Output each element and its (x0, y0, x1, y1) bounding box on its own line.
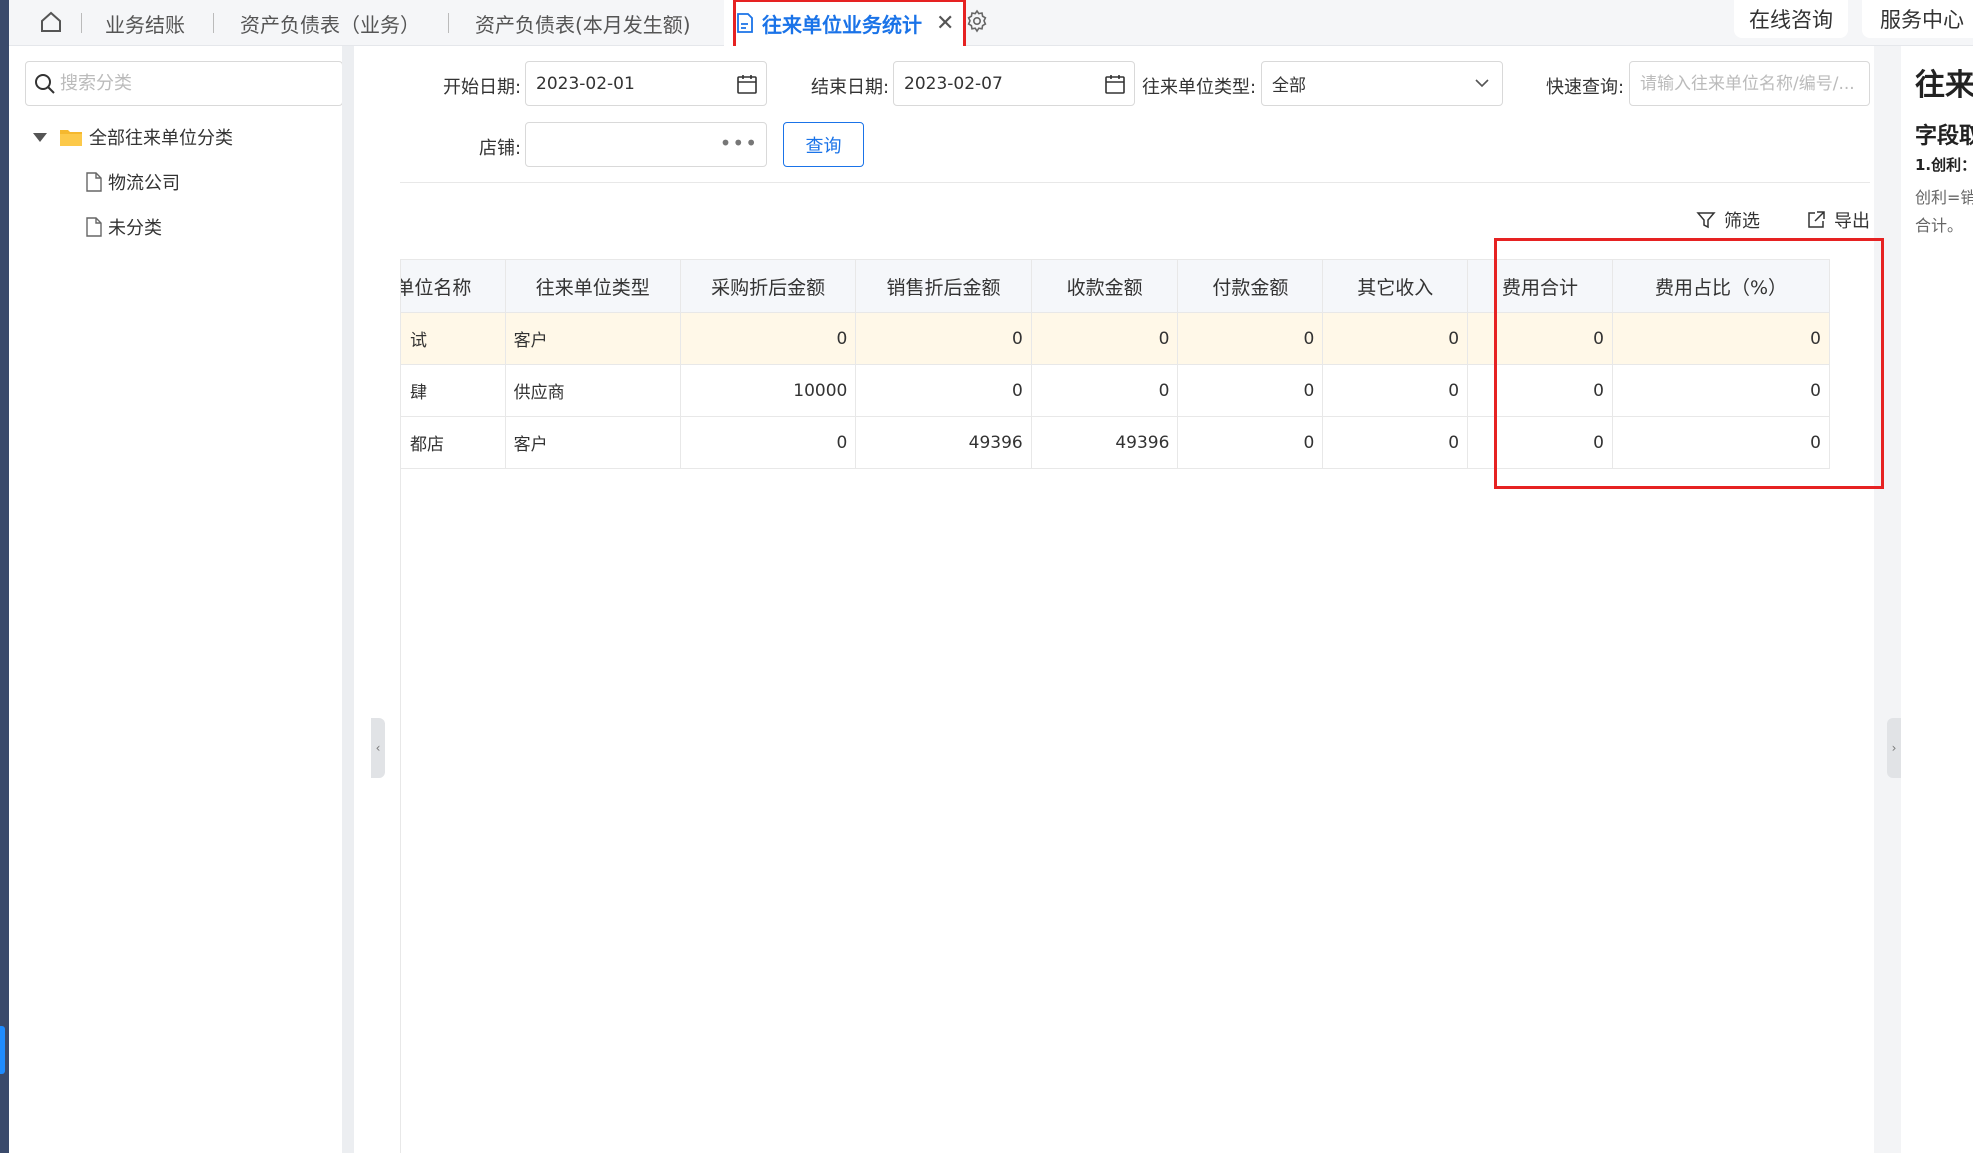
cell-partner-type: 客户 (504, 416, 681, 469)
cell-purchase: 0 (679, 312, 857, 365)
cell-sales: 0 (855, 312, 1032, 365)
partner-type-label: 往来单位类型: (1142, 77, 1257, 98)
service-center-button[interactable]: 服务中心 (1862, 0, 1973, 38)
help-text: 创利=销 合计。 (1915, 188, 1973, 235)
side-indicator[interactable] (0, 1026, 5, 1074)
help-subtitle: 字段取 (1915, 124, 1973, 149)
home-icon[interactable] (39, 10, 63, 34)
cell-receipt: 0 (1030, 312, 1179, 365)
start-date-field[interactable]: 2023-02-01 (525, 61, 767, 106)
caret-down-icon[interactable] (33, 132, 47, 142)
cell-partner-type: 供应商 (504, 364, 681, 417)
col-header-other-income[interactable]: 其它收入 (1322, 259, 1469, 313)
gear-icon[interactable] (965, 9, 989, 33)
calendar-icon[interactable] (736, 73, 758, 95)
col-header-partner-name[interactable]: 单位名称 (401, 259, 506, 313)
col-header-receipt-amount[interactable]: 收款金额 (1030, 259, 1179, 313)
export-icon (1808, 211, 1825, 228)
cell-payment: 0 (1177, 364, 1324, 417)
cell-purchase: 10000 (679, 364, 857, 417)
query-button[interactable]: 查询 (783, 122, 864, 167)
highlight-box-expense-columns (1494, 238, 1884, 489)
chevron-right-icon: › (1891, 741, 1897, 755)
category-search[interactable] (25, 61, 343, 106)
search-icon (35, 73, 55, 94)
collapse-help-handle[interactable]: › (1887, 718, 1901, 778)
export-button[interactable]: 导出 (1806, 207, 1870, 233)
cell-payment: 0 (1177, 312, 1324, 365)
col-header-partner-type[interactable]: 往来单位类型 (504, 259, 681, 313)
online-consult-button[interactable]: 在线咨询 (1734, 0, 1848, 38)
tree-item-logistics[interactable]: 物流公司 (86, 169, 180, 195)
tree-item-uncategorized[interactable]: 未分类 (86, 214, 162, 240)
quick-search-input[interactable] (1640, 73, 1869, 94)
app-side-edge (0, 0, 9, 1153)
col-header-sales-amount[interactable]: 销售折后金额 (855, 259, 1032, 313)
cell-receipt: 49396 (1030, 416, 1179, 469)
cell-sales: 49396 (855, 416, 1032, 469)
filter-button[interactable]: 筛选 (1696, 207, 1760, 233)
tab-business-closing[interactable]: 业务结账 (105, 0, 185, 46)
help-title: 往来 (1915, 68, 1973, 103)
folder-icon (60, 130, 82, 146)
cell-payment: 0 (1177, 416, 1324, 469)
cell-partner-type: 客户 (504, 312, 681, 365)
category-sidebar: 全部往来单位分类 物流公司 未分类 (9, 46, 345, 1153)
quick-search-label: 快速查询: (1546, 77, 1625, 98)
calendar-icon[interactable] (1104, 73, 1126, 95)
more-icon[interactable]: ••• (720, 131, 758, 155)
filter-icon (1696, 212, 1716, 229)
quick-search-field[interactable] (1629, 61, 1870, 106)
col-header-purchase-amount[interactable]: 采购折后金额 (679, 259, 857, 313)
tab-separator (213, 13, 214, 33)
collapse-sidebar-handle[interactable]: ‹ (371, 718, 385, 778)
end-date-label: 结束日期: (811, 77, 890, 98)
shop-field[interactable]: ••• (525, 122, 767, 167)
search-input[interactable] (60, 73, 310, 94)
tree-root-all-partners[interactable]: 全部往来单位分类 (33, 124, 233, 150)
file-icon (86, 172, 102, 192)
end-date-field[interactable]: 2023-02-07 (893, 61, 1135, 106)
cell-other-income: 0 (1322, 312, 1469, 365)
help-panel: 往来 字段取 1.创利： 创利=销 合计。 (1901, 46, 1973, 1153)
cell-other-income: 0 (1322, 416, 1469, 469)
divider (400, 182, 1870, 183)
col-header-payment-amount[interactable]: 付款金额 (1177, 259, 1324, 313)
shop-label: 店铺: (479, 138, 522, 159)
cell-other-income: 0 (1322, 364, 1469, 417)
sidebar-scrollbar[interactable] (342, 46, 354, 1153)
cell-partner-name: 肆 (401, 364, 506, 417)
file-icon (86, 217, 102, 237)
cell-partner-name: 试 (401, 312, 506, 365)
tab-bar: 业务结账 资产负债表（业务） 资产负债表(本月发生额) 往来单位业务统计 ✕ 在… (9, 0, 1973, 46)
tab-separator (81, 13, 82, 33)
cell-purchase: 0 (679, 416, 857, 469)
start-date-label: 开始日期: (443, 77, 522, 98)
cell-partner-name: 都店 (401, 416, 506, 469)
chevron-down-icon (1475, 79, 1489, 88)
tab-balance-sheet[interactable]: 资产负债表（业务） (240, 0, 420, 46)
cell-receipt: 0 (1030, 364, 1179, 417)
partner-type-select[interactable]: 全部 (1261, 61, 1503, 106)
help-item: 1.创利： (1915, 156, 1973, 174)
chevron-left-icon: ‹ (375, 741, 381, 755)
cell-sales: 0 (855, 364, 1032, 417)
tab-balance-sheet-monthly[interactable]: 资产负债表(本月发生额) (475, 0, 691, 46)
tab-separator (448, 13, 449, 33)
